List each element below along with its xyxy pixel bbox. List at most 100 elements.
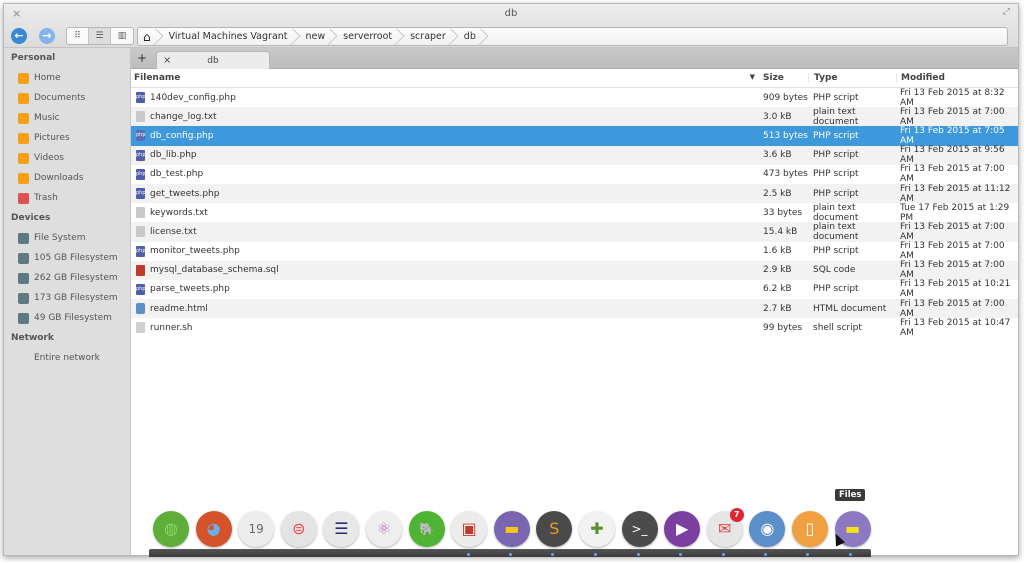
dock-app-switchboard-settings[interactable]: ⊜ bbox=[280, 511, 317, 547]
dock-app-atom[interactable]: ⚛ bbox=[365, 511, 402, 547]
breadcrumb-item[interactable]: new bbox=[298, 28, 332, 45]
icon-view-button[interactable]: ⠿ bbox=[67, 28, 89, 44]
dock: ◍ ◕ 19 ⊜ ☰ ⚛ 🐘 ▣ ▬ S ✚ >_ ▶ ✉ 7 ◉ ▯ ▬ bbox=[153, 508, 877, 547]
file-row[interactable]: mysql_database_schema.sql 2.9 kB SQL code F… bbox=[131, 260, 1018, 281]
column-header-modified[interactable]: Modified bbox=[896, 73, 1018, 83]
sidebar-item-entire-network[interactable]: Entire network bbox=[4, 348, 130, 368]
sh-file-icon bbox=[136, 322, 145, 334]
breadcrumb-home[interactable]: ⌂ bbox=[138, 28, 157, 45]
php-file-icon: php bbox=[136, 188, 146, 200]
sidebar-item-music[interactable]: Music bbox=[4, 108, 130, 128]
dock-app-clock-install[interactable]: ✚ bbox=[578, 511, 615, 547]
notification-badge: 7 bbox=[729, 508, 744, 522]
dock-app-calendar[interactable]: 19 bbox=[238, 511, 275, 547]
firefox-icon: ◕ bbox=[206, 519, 221, 538]
dock-app-media-player[interactable]: ▶ bbox=[664, 511, 701, 547]
file-manager-window: × db ⤢ ← → ⠿ ☰ ▥ ⌂ Virtual Machines Vagr… bbox=[3, 3, 1019, 556]
sidebar-item-262-gb-filesystem[interactable]: 262 GB Filesystem bbox=[4, 268, 130, 288]
file-row[interactable]: php 140dev_config.php 909 bytes PHP script F… bbox=[131, 88, 1018, 108]
file-row[interactable]: change_log.txt 3.0 kB plain text document F… bbox=[131, 107, 1018, 127]
window-title: db bbox=[504, 8, 518, 19]
breadcrumb-item[interactable]: serverroot bbox=[335, 28, 398, 45]
file-size: 2.7 kB bbox=[763, 303, 792, 314]
file-row[interactable]: php db_config.php 513 bytes PHP script Fri 1… bbox=[131, 126, 1018, 146]
sidebar-item-downloads[interactable]: Downloads bbox=[4, 168, 130, 188]
music-icon bbox=[18, 112, 29, 124]
dock-app-firefox[interactable]: ◕ bbox=[195, 511, 232, 547]
sidebar-item-file-system[interactable]: File System bbox=[4, 228, 130, 248]
file-size: 3.6 kB bbox=[763, 150, 792, 161]
file-row[interactable]: runner.sh 99 bytes shell script Fri 13 Feb … bbox=[131, 318, 1018, 338]
sidebar-item-documents[interactable]: Documents bbox=[4, 88, 130, 108]
file-type: PHP script bbox=[813, 284, 859, 295]
dock-app-mail[interactable]: ✉ 7 bbox=[706, 508, 744, 547]
column-view-button[interactable]: ▥ bbox=[111, 28, 133, 44]
file-name-cell: php get_tweets.php bbox=[131, 188, 759, 200]
dock-app-chromium[interactable]: ◉ bbox=[749, 511, 786, 547]
file-name-cell: php db_test.php bbox=[131, 168, 759, 180]
column-header-filename[interactable]: Filename ▼ bbox=[131, 73, 759, 83]
list-view-button[interactable]: ☰ bbox=[89, 28, 111, 44]
back-button[interactable]: ← bbox=[11, 28, 27, 44]
dock-app-evernote[interactable]: 🐘 bbox=[408, 511, 445, 547]
file-name: change_log.txt bbox=[150, 111, 217, 122]
sidebar-item-label: 173 GB Filesystem bbox=[34, 293, 118, 303]
breadcrumb-item[interactable]: Virtual Machines Vagrant bbox=[161, 28, 294, 45]
list-header: Filename ▼ Size Type Modified bbox=[131, 69, 1018, 88]
documents-icon bbox=[18, 92, 29, 104]
sidebar-item-49-gb-filesystem[interactable]: 49 GB Filesystem bbox=[4, 308, 130, 328]
sidebar-item-173-gb-filesystem[interactable]: 173 GB Filesystem bbox=[4, 288, 130, 308]
breadcrumb-item[interactable]: scraper bbox=[402, 28, 452, 45]
dock-app-terminal[interactable]: >_ bbox=[621, 511, 658, 547]
tab-db[interactable]: × db bbox=[156, 51, 270, 70]
media-player-icon: ▶ bbox=[675, 519, 689, 538]
dock-app-globe-app[interactable]: ◍ bbox=[153, 511, 189, 547]
terminal-icon: >_ bbox=[631, 522, 648, 536]
file-row[interactable]: php db_test.php 473 bytes PHP script Fri 13 … bbox=[131, 164, 1018, 184]
file-row[interactable]: php parse_tweets.php 6.2 kB PHP script Fri 1… bbox=[131, 279, 1018, 299]
file-name-cell: php db_config.php bbox=[131, 130, 759, 142]
eclipse-icon: ☰ bbox=[334, 519, 349, 538]
file-name: readme.html bbox=[150, 303, 208, 314]
file-row[interactable]: license.txt 15.4 kB plain text document Fri… bbox=[131, 222, 1018, 242]
sidebar-item-label: Pictures bbox=[34, 133, 70, 143]
sidebar-item-105-gb-filesystem[interactable]: 105 GB Filesystem bbox=[4, 248, 130, 268]
globe-app-icon: ◍ bbox=[164, 519, 178, 538]
file-type: PHP script bbox=[813, 246, 859, 257]
file-row[interactable]: keywords.txt 33 bytes plain text document T… bbox=[131, 202, 1018, 223]
sidebar-item-label: 49 GB Filesystem bbox=[34, 313, 112, 323]
dock-app-remote-desktop[interactable]: ▣ bbox=[451, 511, 488, 547]
file-row[interactable]: readme.html 2.7 kB HTML document Fri 13 Feb… bbox=[131, 298, 1018, 319]
sidebar-item-videos[interactable]: Videos bbox=[4, 148, 130, 168]
column-header-size[interactable]: Size bbox=[759, 73, 808, 83]
file-modified: Fri 13 Feb 2015 at 7:00 AM bbox=[900, 260, 1005, 281]
sidebar-item-label: Music bbox=[34, 113, 60, 123]
breadcrumb-item[interactable]: db bbox=[456, 28, 482, 45]
archive-manager-icon: ▯ bbox=[805, 519, 815, 538]
forward-button[interactable]: → bbox=[39, 28, 55, 44]
dock-app-archive-manager[interactable]: ▯ bbox=[791, 511, 828, 547]
dock-app-files-purple[interactable]: ▬ bbox=[493, 511, 530, 547]
window-maximize-button[interactable]: ⤢ bbox=[1003, 7, 1010, 17]
file-name: monitor_tweets.php bbox=[150, 246, 240, 257]
dock-app-sublime-text[interactable]: S bbox=[536, 511, 573, 547]
column-header-type[interactable]: Type bbox=[808, 73, 896, 83]
sort-descending-icon: ▼ bbox=[749, 73, 755, 81]
dock-app-eclipse[interactable]: ☰ bbox=[323, 511, 360, 547]
file-row[interactable]: php get_tweets.php 2.5 kB PHP script Fri 13 … bbox=[131, 184, 1018, 204]
remote-desktop-icon: ▣ bbox=[461, 519, 477, 538]
sidebar-item-pictures[interactable]: Pictures bbox=[4, 128, 130, 148]
file-modified: Fri 13 Feb 2015 at 7:00 AM bbox=[900, 298, 1005, 319]
switchboard-settings-icon: ⊜ bbox=[292, 519, 306, 538]
new-tab-button[interactable]: + bbox=[137, 52, 147, 65]
column-header-label: Filename bbox=[134, 73, 181, 83]
php-file-icon: php bbox=[136, 245, 146, 257]
sidebar-item-trash[interactable]: Trash bbox=[4, 188, 130, 208]
file-size: 1.6 kB bbox=[763, 246, 792, 257]
file-row[interactable]: php db_lib.php 3.6 kB PHP script Fri 13 Feb … bbox=[131, 145, 1018, 165]
file-row[interactable]: php monitor_tweets.php 1.6 kB PHP script Fri… bbox=[131, 241, 1018, 261]
file-type: plain text document bbox=[813, 202, 859, 223]
sidebar-item-home[interactable]: Home bbox=[4, 68, 130, 88]
breadcrumb[interactable]: ⌂ Virtual Machines Vagrant new serverroo… bbox=[137, 27, 1008, 46]
home-icon bbox=[18, 72, 29, 84]
